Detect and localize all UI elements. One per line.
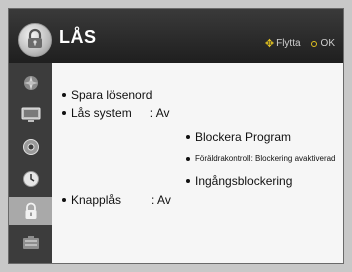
bullet (62, 93, 66, 97)
sidebar-item-screen[interactable] (13, 101, 49, 129)
move-arrows-icon: ✥ (264, 38, 275, 50)
bullet (62, 198, 66, 202)
save-password-label: Spara lösenord (71, 88, 153, 102)
menu-item-key-lock[interactable]: Knapplås : Av (62, 193, 171, 207)
category-sidebar (9, 63, 52, 263)
sidebar-item-lock[interactable] (9, 197, 52, 225)
options-icon (23, 139, 39, 155)
screen-icon (21, 107, 41, 122)
bullet (186, 135, 190, 139)
menu-item-parental-control[interactable]: Föräldrakontroll: Blockering avaktiverad (186, 154, 336, 163)
menu-item-block-program[interactable]: Blockera Program (186, 130, 291, 144)
menu-item-lock-system[interactable]: Lås system : Av (62, 106, 169, 120)
navigation-hint: ✥ Flytta OK (265, 37, 335, 50)
ok-hint-label: OK (320, 38, 335, 49)
clock-icon (23, 171, 39, 187)
menu-item-save-password[interactable]: Spara lösenord (62, 88, 152, 102)
move-hint-label: Flytta (276, 38, 301, 49)
sidebar-item-input[interactable] (13, 229, 49, 257)
lock-menu-window: LÅS ✥ Flytta OK Spara lösenord Lås syste… (8, 8, 344, 264)
parental-control-label: Föräldrakontroll: Blockering avaktiverad (195, 154, 336, 163)
bullet (186, 156, 190, 161)
bullet (186, 179, 190, 183)
page-title: LÅS (59, 27, 97, 47)
bullet (62, 111, 66, 115)
input-block-label: Ingångsblockering (195, 174, 293, 188)
sidebar-item-picture[interactable] (13, 69, 49, 97)
lock-settings-panel: Spara lösenord Lås system : Av Blockera … (52, 63, 343, 263)
key-lock-label: Knapplås (71, 193, 122, 207)
key-lock-value: : Av (151, 193, 171, 207)
sidebar-item-time[interactable] (13, 165, 49, 193)
picture-icon (24, 76, 38, 90)
lock-icon (25, 202, 36, 219)
lock-system-value: : Av (149, 106, 170, 120)
lock-header-icon (18, 23, 52, 57)
menu-item-input-block[interactable]: Ingångsblockering (186, 174, 292, 188)
ok-button-icon (310, 40, 317, 47)
lock-system-label: Lås system (71, 106, 132, 120)
block-program-label: Blockera Program (195, 130, 292, 144)
menu-header: LÅS ✥ Flytta OK (9, 9, 343, 63)
sidebar-item-options[interactable] (13, 133, 49, 161)
input-icon (23, 236, 39, 249)
